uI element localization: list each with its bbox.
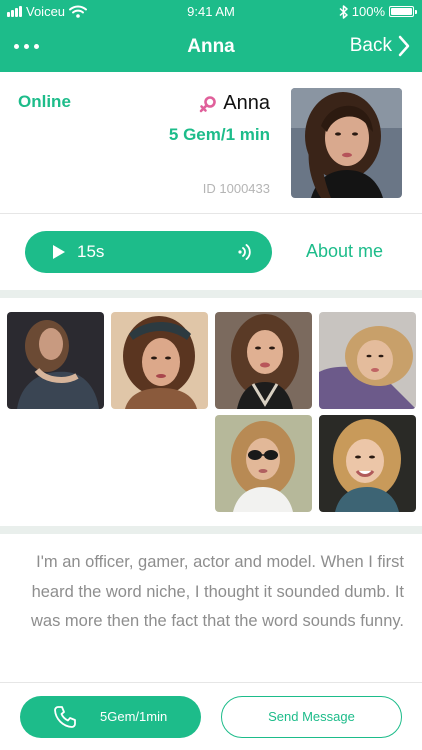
action-bar: 5Gem/1min Send Message <box>0 682 422 750</box>
profile-card: Online Anna 5 Gem/1 min ID 1000433 <box>0 72 422 214</box>
status-bar: Voiceu 9:41 AM 100% <box>0 0 422 24</box>
gallery-photo[interactable] <box>319 415 416 512</box>
online-status: Online <box>18 92 71 111</box>
gallery-photo[interactable] <box>319 312 416 409</box>
call-rate: 5 Gem/1 min <box>168 125 270 144</box>
voice-intro-button[interactable]: 15s <box>25 231 272 273</box>
about-me-link[interactable]: About me <box>306 241 383 262</box>
status-right: 100% <box>339 4 417 19</box>
send-message-button[interactable]: Send Message <box>221 696 402 738</box>
call-rate-label: 5Gem/1min <box>100 709 168 724</box>
name-row: Anna <box>199 92 270 115</box>
user-id: ID 1000433 <box>202 181 270 196</box>
photo-gallery <box>0 298 422 526</box>
back-button[interactable]: Back <box>350 35 410 57</box>
gallery-photo[interactable] <box>7 312 104 409</box>
voice-intro-row: 15s About me <box>0 214 422 290</box>
battery-percent: 100% <box>351 4 385 19</box>
divider <box>0 526 422 534</box>
header: Voiceu 9:41 AM 100% Anna Back <box>0 0 422 72</box>
profile-name: Anna <box>223 92 270 114</box>
voice-duration: 15s <box>77 242 105 261</box>
back-label: Back <box>349 35 392 56</box>
bluetooth-icon <box>339 4 348 19</box>
female-gender-icon <box>199 95 217 112</box>
sound-wave-icon <box>238 244 251 260</box>
divider <box>0 290 422 298</box>
gallery-photo[interactable] <box>111 312 208 409</box>
phone-icon <box>54 706 76 728</box>
avatar[interactable] <box>291 88 402 198</box>
bio-text: I'm an officer, gamer, actor and model. … <box>31 553 404 630</box>
more-options-icon[interactable] <box>14 44 39 49</box>
gallery-photo[interactable] <box>215 312 312 409</box>
gallery-photo[interactable] <box>215 415 312 512</box>
nav-bar: Anna Back <box>0 24 422 72</box>
call-button[interactable]: 5Gem/1min <box>20 696 201 738</box>
play-icon <box>53 245 65 259</box>
chevron-right-icon <box>398 35 410 57</box>
battery-icon <box>389 6 417 17</box>
